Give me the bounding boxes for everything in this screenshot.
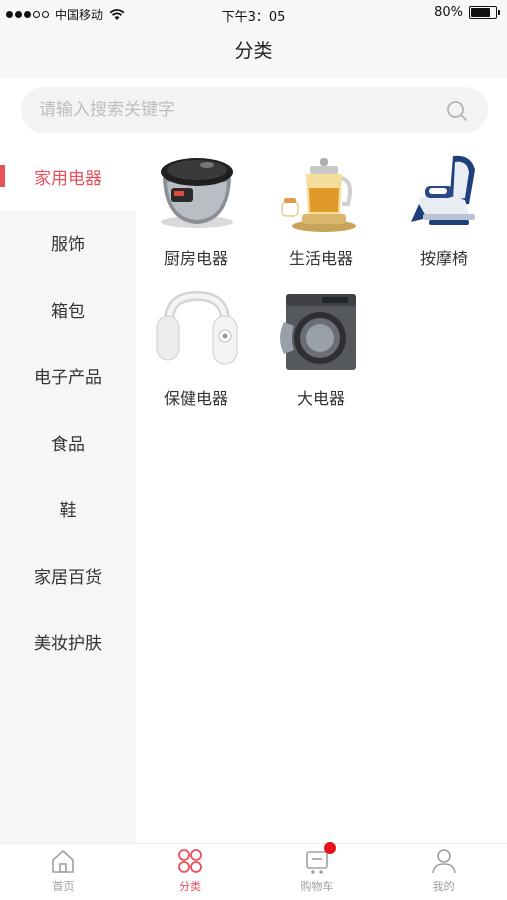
category-item-large-appliances[interactable]: 大电器 [261, 288, 381, 409]
category-label: 生活电器 [288, 249, 353, 268]
category-label: 厨房电器 [163, 249, 228, 268]
tab-mine[interactable]: 我的 [380, 844, 507, 900]
neck-massager-image [156, 290, 238, 365]
sidebar-item-beauty[interactable]: 美妆护肤 [0, 609, 136, 676]
sidebar-item-label: 箱包 [51, 301, 85, 322]
sidebar-item-label: 食品 [51, 434, 85, 455]
sidebar-item-home-goods[interactable]: 家居百货 [0, 542, 136, 609]
tab-category[interactable]: 分类 [127, 844, 254, 900]
status-time: 下午3：05 [221, 10, 286, 25]
sidebar-item-appliances[interactable]: 家用电器 [0, 143, 136, 210]
sidebar-item-label: 家居百货 [34, 567, 102, 588]
status-right: 80% [434, 5, 500, 20]
category-icon [178, 849, 203, 873]
bottom-tab-bar: 首页 分类 购物车 我的 [0, 842, 507, 900]
category-item-living[interactable]: 生活电器 [261, 148, 381, 269]
sidebar-item-clothing[interactable]: 服饰 [0, 210, 136, 277]
rice-cooker-image [161, 158, 233, 228]
sidebar-item-label: 电子产品 [34, 368, 102, 389]
tab-label: 我的 [432, 880, 455, 893]
sidebar-item-label: 鞋 [59, 501, 77, 522]
category-sidebar: 家用电器 服饰 箱包 电子产品 食品 鞋 家居百货 美妆护肤 [0, 143, 136, 843]
tab-label: 首页 [52, 880, 75, 893]
category-label: 保健电器 [163, 389, 228, 408]
category-label: 按摩椅 [419, 249, 468, 268]
category-item-health[interactable]: 保健电器 [136, 288, 256, 409]
battery-fill [471, 8, 491, 17]
tab-label: 购物车 [300, 880, 334, 893]
category-item-kitchen[interactable]: 厨房电器 [136, 148, 256, 269]
sidebar-item-label: 服饰 [51, 235, 85, 256]
tab-cart[interactable]: 购物车 [254, 842, 381, 900]
battery-icon [469, 6, 500, 19]
category-item-massage-chair[interactable]: 按摩椅 [384, 148, 504, 269]
sidebar-item-shoes[interactable]: 鞋 [0, 476, 136, 543]
page-title: 分类 [234, 40, 273, 62]
home-icon [52, 850, 75, 873]
user-icon [431, 849, 456, 874]
search-icon[interactable] [446, 100, 468, 122]
washing-machine-image [280, 294, 356, 370]
sidebar-item-food[interactable]: 食品 [0, 409, 136, 476]
search-bar[interactable] [21, 87, 488, 133]
massage-chair-image [411, 155, 475, 225]
tab-label: 分类 [179, 880, 202, 893]
sidebar-item-label: 美妆护肤 [34, 634, 102, 655]
nav-bar: 分类 [0, 26, 507, 78]
battery-percent: 80% [434, 5, 463, 20]
sidebar-item-electronics[interactable]: 电子产品 [0, 343, 136, 410]
cart-badge [323, 842, 336, 854]
status-bar: 中国移动 下午3：05 80% [0, 0, 507, 26]
health-kettle-image [281, 158, 356, 232]
search-input[interactable] [39, 87, 439, 133]
tab-home[interactable]: 首页 [0, 844, 127, 900]
category-label: 大电器 [296, 389, 345, 408]
sidebar-item-bags[interactable]: 箱包 [0, 276, 136, 343]
sidebar-item-label: 家用电器 [34, 168, 102, 189]
